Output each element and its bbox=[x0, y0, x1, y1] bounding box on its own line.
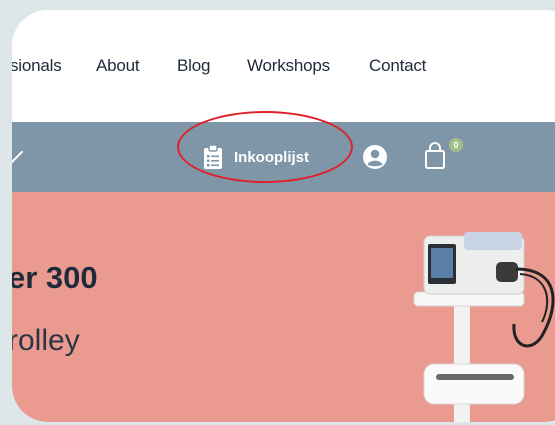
cart-count-badge: 0 bbox=[449, 138, 463, 152]
nav-link-professionals[interactable]: sionals bbox=[12, 56, 62, 76]
nav-link-about[interactable]: About bbox=[96, 56, 140, 76]
hero-title: er 300 bbox=[12, 260, 98, 295]
shopping-bag-icon[interactable] bbox=[424, 142, 446, 170]
page-card: sionals About Blog Workshops Contact Ink… bbox=[12, 10, 555, 422]
hero-subtitle: rolley bbox=[12, 324, 80, 357]
top-navigation: sionals About Blog Workshops Contact bbox=[12, 10, 555, 122]
product-image bbox=[413, 232, 555, 422]
highlight-annotation bbox=[177, 111, 353, 183]
hero-banner: er 300 rolley bbox=[12, 192, 555, 422]
chevron-down-icon[interactable] bbox=[12, 140, 24, 164]
user-account-icon[interactable] bbox=[362, 144, 388, 170]
nav-link-contact[interactable]: Contact bbox=[369, 56, 426, 76]
nav-link-blog[interactable]: Blog bbox=[177, 56, 210, 76]
nav-link-workshops[interactable]: Workshops bbox=[247, 56, 330, 76]
